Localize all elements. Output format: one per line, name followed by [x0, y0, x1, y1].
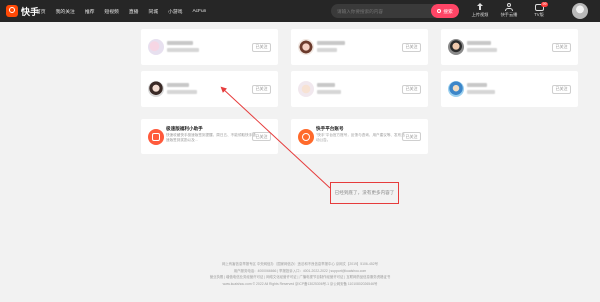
follow-card[interactable]: 极速版福利小助手 快速收藏快手极速版签到提醒，周日五、不能领取快手极速版签到奖励… [141, 119, 278, 154]
follow-card[interactable]: 已关注 [441, 29, 578, 65]
unfollow-button[interactable]: 已关注 [552, 84, 571, 94]
card-title: 极速版福利小助手 [166, 126, 203, 131]
follow-card[interactable]: 已关注 [291, 71, 428, 107]
upload-label: 上传视频 [471, 12, 489, 17]
follow-card[interactable]: 已关注 [441, 71, 578, 107]
blurred-description [167, 90, 197, 94]
avatar[interactable] [448, 81, 464, 97]
footer-line: www.kuaishou.com © 2022 All Rights Reser… [222, 281, 378, 286]
main-nav: 首页 我的关注 推荐 短视频 直播 同城 小游戏 AcFun [36, 0, 216, 22]
end-of-list-message: 已经到底了，没有更多内容了 [334, 190, 395, 195]
unfollow-button[interactable]: 已关注 [402, 42, 421, 52]
creator-label: 快手云播 [500, 12, 518, 17]
avatar[interactable] [148, 128, 164, 145]
card-description: 快速收藏快手极速版签到提醒，周日五、不能领取快手极速版签到奖励以及... [166, 133, 256, 142]
unfollow-button[interactable]: 已关注 [402, 84, 421, 94]
search-bar: 搜索 [331, 4, 459, 18]
top-navigation-bar: 快手 首页 我的关注 推荐 短视频 直播 同城 小游戏 AcFun 搜索 上传视… [0, 0, 600, 22]
person-icon [505, 3, 513, 11]
site-footer: 网上有害信息举报专区 中央网信办（国家网信办）违法和不良信息举报中心 京网文【2… [150, 261, 450, 287]
avatar[interactable] [148, 39, 164, 55]
nav-item-home[interactable]: 首页 [36, 8, 46, 15]
nav-item-acfun[interactable]: AcFun [192, 9, 206, 14]
blurred-description [167, 48, 199, 52]
upload-icon [476, 3, 484, 11]
card-title: 快手平台账号 [316, 126, 344, 131]
user-avatar[interactable] [572, 3, 588, 19]
blurred-username [467, 83, 487, 87]
card-description: "快手"平台官方账号，反馈与咨询、用户建议等、发布活动公告。 [316, 133, 405, 142]
end-of-list-annotation-box: 已经到底了，没有更多内容了 [330, 182, 399, 204]
nav-item-mini-games[interactable]: 小游戏 [168, 8, 182, 15]
upload-video-button[interactable]: 上传视频 [467, 3, 493, 21]
unfollow-button[interactable]: 已关注 [552, 42, 571, 52]
unfollow-button[interactable]: 已关注 [252, 132, 271, 141]
unfollow-button[interactable]: 已关注 [402, 132, 421, 141]
search-button-label: 搜索 [443, 9, 453, 15]
blurred-username [167, 41, 193, 45]
blurred-username [317, 41, 345, 45]
nav-item-short-video[interactable]: 短视频 [104, 8, 118, 15]
nav-item-local[interactable]: 同城 [148, 8, 158, 15]
follow-card[interactable]: 快手平台账号 "快手"平台官方账号，反馈与咨询、用户建议等、发布活动公告。 已关… [291, 119, 428, 154]
blurred-description [467, 90, 495, 94]
avatar[interactable] [298, 128, 314, 145]
kuaishou-official-icon [302, 132, 310, 141]
blurred-description [317, 48, 337, 52]
kuaishou-logo[interactable]: 快手 [6, 3, 39, 19]
avatar[interactable] [148, 81, 164, 97]
creator-button[interactable]: 快手云播 [496, 3, 522, 21]
blurred-description [317, 90, 341, 94]
unfollow-button[interactable]: 已关注 [252, 42, 271, 52]
follow-card[interactable]: 已关注 [141, 71, 278, 107]
blurred-username [317, 83, 335, 87]
follow-card[interactable]: 已关注 [141, 29, 278, 65]
blurred-username [467, 41, 491, 45]
follow-card[interactable]: 已关注 [291, 29, 428, 65]
tv-label: TV版 [534, 12, 544, 17]
avatar[interactable] [298, 39, 314, 55]
nav-item-live[interactable]: 直播 [129, 8, 139, 15]
search-icon [437, 9, 442, 13]
kuaishou-assistant-icon [152, 132, 160, 141]
avatar[interactable] [298, 81, 314, 97]
blurred-username [167, 83, 189, 87]
search-button[interactable]: 搜索 [431, 4, 459, 18]
search-input[interactable] [331, 4, 435, 18]
blurred-description [467, 48, 497, 52]
kuaishou-logo-icon [6, 5, 18, 17]
nav-item-following[interactable]: 我的关注 [56, 8, 75, 15]
unfollow-button[interactable]: 已关注 [252, 84, 271, 94]
nav-item-recommend[interactable]: 推荐 [85, 8, 95, 15]
tv-badge: 99 [541, 2, 548, 7]
tv-button[interactable]: 99 TV版 [526, 2, 552, 21]
avatar[interactable] [448, 39, 464, 55]
